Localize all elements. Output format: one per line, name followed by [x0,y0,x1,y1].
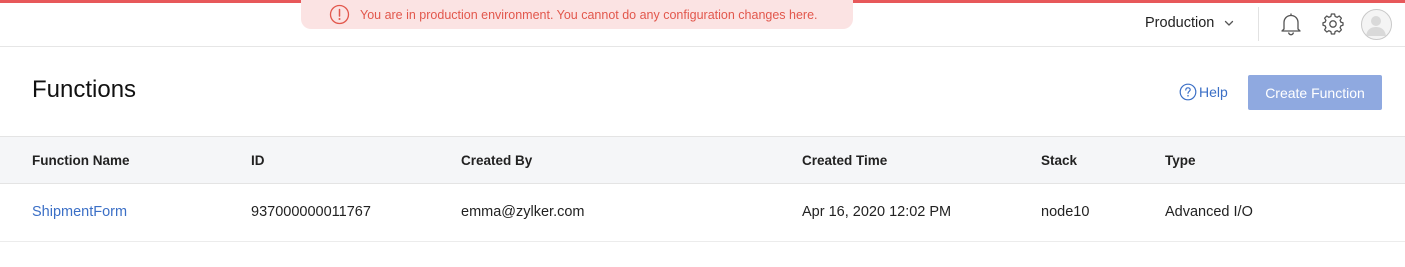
functions-table: Function Name ID Created By Created Time… [0,136,1405,242]
function-id: 937000000011767 [251,204,371,220]
bell-icon[interactable] [1280,12,1302,36]
production-warning-banner: You are in production environment. You c… [301,0,853,29]
table-row[interactable]: ShipmentForm 937000000011767 emma@zylker… [0,184,1405,242]
column-header-created-time[interactable]: Created Time [802,153,887,168]
function-type: Advanced I/O [1165,204,1253,220]
help-label: Help [1199,84,1228,100]
top-bar: You are in production environment. You c… [0,0,1405,47]
table-header: Function Name ID Created By Created Time… [0,136,1405,184]
banner-text: You are in production environment. You c… [360,7,818,22]
column-header-created-by[interactable]: Created By [461,153,532,168]
page-title: Functions [32,76,137,103]
environment-label: Production [1145,15,1215,31]
header-divider [1258,7,1259,41]
column-header-function-name[interactable]: Function Name [32,153,130,168]
create-function-button[interactable]: Create Function [1248,75,1382,110]
column-header-id[interactable]: ID [251,153,265,168]
gear-icon[interactable] [1322,13,1344,35]
stack: node10 [1041,204,1090,220]
created-by: emma@zylker.com [461,204,585,220]
column-header-type[interactable]: Type [1165,153,1196,168]
column-header-stack[interactable]: Stack [1041,153,1077,168]
help-circle-icon [1179,83,1197,101]
chevron-down-icon [1223,17,1235,29]
info-circle-icon [329,4,350,25]
avatar[interactable] [1361,9,1392,40]
environment-selector[interactable]: Production [1145,15,1235,31]
created-time: Apr 16, 2020 12:02 PM [802,204,952,220]
help-link[interactable]: Help [1179,83,1228,101]
function-name-link[interactable]: ShipmentForm [32,204,127,220]
